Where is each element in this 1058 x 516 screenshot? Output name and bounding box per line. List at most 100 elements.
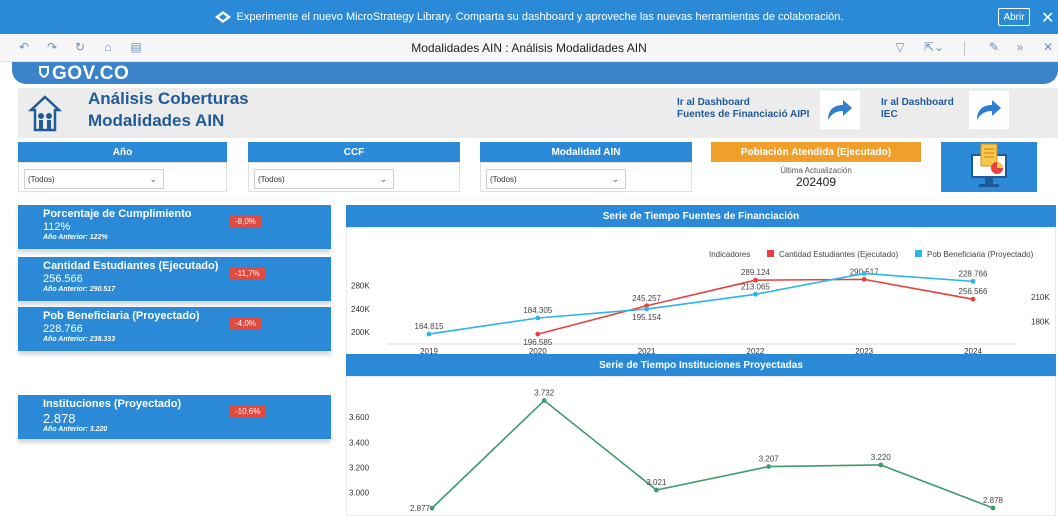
home-icon[interactable]: ⌂ <box>100 39 116 55</box>
chart-instituciones-panel: 3.000 3.200 3.400 3.600 2.877 3.732 3.021 3.207… <box>346 376 1056 516</box>
document-icon[interactable]: ▤ <box>128 39 144 55</box>
legend-swatch <box>767 250 774 257</box>
link-iec-line1: Ir al Dashboard <box>881 97 954 108</box>
link-fuentes-label[interactable]: Ir al Dashboard Fuentes de Financiació A… <box>677 97 809 121</box>
share-icon[interactable]: ⇱⌄ <box>922 39 946 55</box>
year-select-value: (Todos) <box>28 175 55 184</box>
go-iec-button[interactable] <box>969 91 1009 129</box>
kpi-previous: Año Anterior: 3.220 <box>43 426 108 433</box>
data-label: 196.585 <box>523 338 552 347</box>
filter-year-header: Año <box>18 142 227 162</box>
data-point <box>878 462 884 468</box>
collapse-icon[interactable]: » <box>1012 39 1028 55</box>
kpi-value: 2.878 <box>43 411 76 426</box>
kpi-change-badge: -11,7% <box>230 267 265 280</box>
forward-icon[interactable]: ↷ <box>44 39 60 55</box>
modalidad-select-value: (Todos) <box>490 175 517 184</box>
edit-icon[interactable]: ✎ <box>986 39 1002 55</box>
y-tick-label-left: 280K <box>351 282 370 291</box>
data-point <box>861 276 867 282</box>
chart-financiacion-panel: Indicadores Cantidad Estudiantes (Ejecuta… <box>346 227 1056 357</box>
kpi-change-badge: -4,0% <box>230 317 261 330</box>
y-tick-label: 3.000 <box>349 489 370 498</box>
data-label: 3.207 <box>759 455 780 464</box>
chart-instituciones-title: Serie de Tiempo Instituciones Proyectada… <box>346 354 1056 376</box>
report-monitor-icon <box>971 143 1007 187</box>
icbf-logo-icon <box>28 95 62 132</box>
microstrategy-logo-icon <box>214 11 231 23</box>
dossier-toolbar: ↶ ↷ ↻ ⌂ ▤ Modalidades AIN : Análisis Mod… <box>0 34 1058 62</box>
ccf-select[interactable]: (Todos) ⌄ <box>254 169 394 189</box>
filter-ccf-header: CCF <box>248 142 460 162</box>
data-label: 228.766 <box>959 269 988 278</box>
y-tick-label-left: 240K <box>351 305 370 314</box>
kpi-title: Porcentaje de Cumplimiento <box>43 208 192 220</box>
toolbar-divider <box>964 42 965 56</box>
y-tick-label: 3.200 <box>349 463 370 472</box>
data-point <box>766 464 771 469</box>
data-label: 2.878 <box>983 496 1004 505</box>
series-line-instituciones <box>431 399 994 509</box>
open-library-button[interactable]: Abrir <box>998 8 1030 26</box>
kpi-previous: Año Anterior: 238.333 <box>43 336 116 343</box>
kpi-card-cumplimiento: Porcentaje de Cumplimiento 112% Año Ante… <box>18 205 331 249</box>
share-arrow-icon <box>977 100 1001 120</box>
legend-entry: Pob Beneficiaria (Proyectado) <box>927 250 1034 259</box>
data-point <box>970 278 976 284</box>
filter-year-panel: (Todos) ⌄ <box>18 162 227 192</box>
kpi-value: 228.766 <box>43 323 83 335</box>
report-image-tile <box>941 142 1037 192</box>
filter-modalidad-header: Modalidad AIN <box>480 142 692 162</box>
chart-instituciones: 3.000 3.200 3.400 3.600 2.877 3.732 3.021 3.207… <box>349 389 1004 514</box>
refresh-icon[interactable]: ↻ <box>72 39 88 55</box>
kpi-previous: Año Anterior: 290.517 <box>43 286 116 293</box>
series-line-poblacion <box>428 272 974 335</box>
y-tick-label-left: 200K <box>351 328 370 337</box>
filter-ccf-panel: (Todos) ⌄ <box>248 162 460 192</box>
kpi-card-poblacion: Pob Beneficiaria (Proyectado) 228.766 Añ… <box>18 307 331 351</box>
go-fuentes-button[interactable] <box>820 91 860 129</box>
update-label: Última Actualización <box>780 166 852 175</box>
kpi-change-badge: -8,0% <box>230 215 261 228</box>
data-label: 184.305 <box>523 306 552 315</box>
data-label: 245.257 <box>632 294 661 303</box>
filter-icon[interactable]: ▽ <box>892 39 908 55</box>
data-point <box>654 487 659 493</box>
kpi-change-badge: -10,6% <box>230 405 266 418</box>
legend-title: Indicadores <box>709 250 750 259</box>
y-tick-label-right: 210K <box>1031 293 1050 302</box>
kpi-value: 112% <box>43 221 71 233</box>
kpi-title: Instituciones (Proyectado) <box>43 398 182 410</box>
filter-modalidad-panel: (Todos) ⌄ <box>480 162 692 192</box>
population-panel: Última Actualización 202409 <box>711 162 921 192</box>
ccf-select-value: (Todos) <box>258 175 285 184</box>
data-point <box>990 505 996 511</box>
link-iec-line2: IEC <box>881 109 898 120</box>
back-icon[interactable]: ↶ <box>16 39 32 55</box>
library-banner: Experimente el nuevo MicroStrategy Libra… <box>0 0 1058 34</box>
data-label: 289.124 <box>741 268 770 277</box>
data-point <box>535 331 541 337</box>
modalidad-select[interactable]: (Todos) ⌄ <box>486 169 626 189</box>
year-select[interactable]: (Todos) ⌄ <box>24 169 164 189</box>
population-header: Población Atendida (Ejecutado) <box>711 142 921 162</box>
close-icon[interactable]: ✕ <box>1040 39 1056 55</box>
coat-of-arms-icon <box>39 66 49 78</box>
dashboard-page: GOV.CO Análisis Coberturas Modalidades A… <box>0 62 1058 516</box>
data-label: 213.065 <box>741 282 770 291</box>
link-fuentes-line1: Ir al Dashboard <box>677 97 750 108</box>
data-point <box>541 398 547 403</box>
data-point <box>970 296 976 302</box>
kpi-title: Cantidad Estudiantes (Ejecutado) <box>43 260 219 272</box>
data-label: 195.154 <box>632 313 661 322</box>
data-label: 2.877 <box>410 504 431 513</box>
kpi-card-instituciones: Instituciones (Proyectado) 2.878 Año Ant… <box>18 395 331 439</box>
link-iec-label[interactable]: Ir al Dashboard IEC <box>881 97 954 121</box>
chevron-down-icon: ⌄ <box>149 174 157 184</box>
legend-entry: Cantidad Estudiantes (Ejecutado) <box>779 250 899 259</box>
y-tick-label: 3.400 <box>349 438 370 447</box>
data-point <box>644 306 649 312</box>
close-icon[interactable]: ✕ <box>1041 8 1054 28</box>
legend-swatch <box>915 250 922 257</box>
data-point <box>426 331 432 337</box>
